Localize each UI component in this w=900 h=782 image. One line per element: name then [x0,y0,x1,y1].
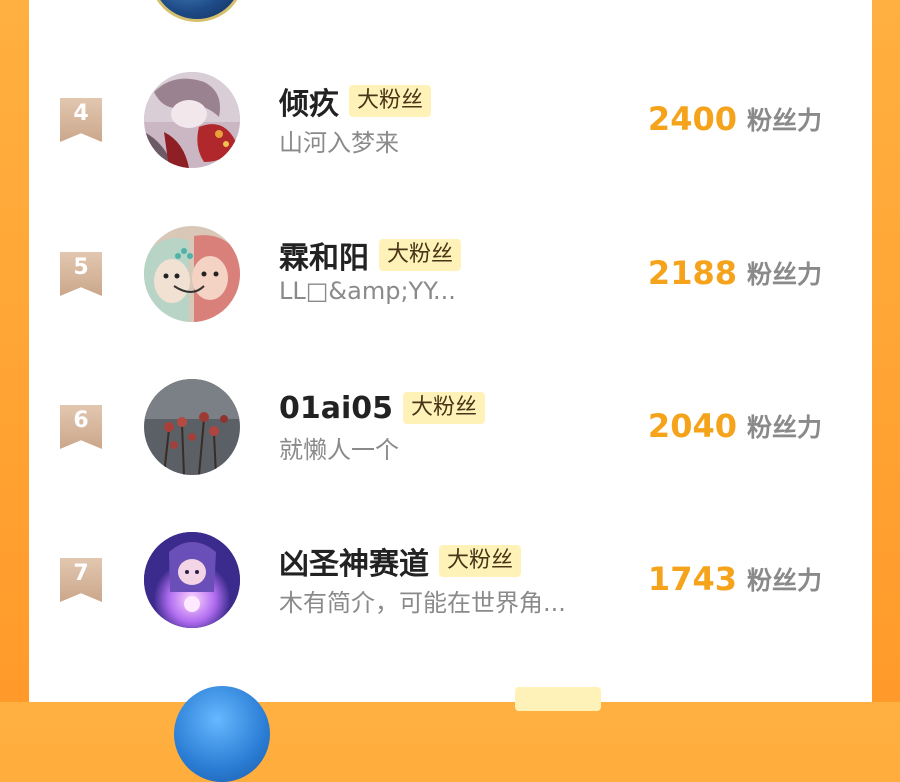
user-name[interactable]: 01ai05 [279,391,393,426]
user-name[interactable]: 凶圣神赛道 [279,539,429,583]
user-bio: 木有简介，可能在世界角... [279,589,566,617]
user-bio: LL□&amp;YY... [279,277,456,305]
user-avatar[interactable] [144,379,240,475]
score-unit: 粉丝力 [746,566,822,595]
couple-art-avatar-icon [144,226,240,322]
fan-level-badge: 大粉丝 [379,239,462,271]
leaderboard-row[interactable]: 6 01ai05 大粉丝 就懒人一个 2040 粉丝力 [29,367,872,487]
score: 2040 粉丝力 [648,406,822,446]
user-avatar[interactable] [144,532,240,628]
fan-level-badge: 大粉丝 [403,392,486,424]
user-bio: 山河入梦来 [279,129,399,157]
rank-badge: 7 [60,558,102,602]
score: 1743 粉丝力 [648,559,822,599]
score: 2188 粉丝力 [648,253,822,293]
rank-number: 4 [73,101,89,126]
next-entry-badge [515,687,601,711]
rank-badge: 4 [60,98,102,142]
score-value: 1743 [647,560,737,598]
girl-art-avatar-icon [144,72,240,168]
rank-number: 5 [73,255,89,280]
glowing-character-avatar-icon [144,532,240,628]
user-name[interactable]: 倾疚 [279,79,339,123]
rank-badge: 6 [60,405,102,449]
roses-avatar-icon [144,379,240,475]
user-avatar[interactable] [144,72,240,168]
score-value: 2188 [647,254,737,292]
score-value: 2040 [647,407,737,445]
user-bio: 就懒人一个 [279,436,399,464]
previous-entry-avatar[interactable] [149,0,245,22]
rank-badge: 5 [60,252,102,296]
user-avatar[interactable] [144,226,240,322]
name-line: 凶圣神赛道 大粉丝 [279,539,522,583]
user-name[interactable]: 霖和阳 [279,233,369,277]
score-value: 2400 [647,100,737,138]
score-unit: 粉丝力 [746,106,822,135]
name-line: 倾疚 大粉丝 [279,79,432,123]
rank-number: 7 [73,561,89,586]
score-unit: 粉丝力 [746,413,822,442]
fan-level-badge: 大粉丝 [349,85,432,117]
name-line: 霖和阳 大粉丝 [279,233,462,277]
rank-number: 6 [73,408,89,433]
score-unit: 粉丝力 [746,260,822,289]
score: 2400 粉丝力 [648,99,822,139]
leaderboard-row[interactable]: 5 霖和阳 大粉丝 LL□&amp;YY... 2188 粉丝力 [29,214,872,334]
leaderboard-row[interactable]: 4 倾疚 大粉丝 山河入梦来 2400 粉丝力 [29,60,872,180]
ranking-panel: 4 倾疚 大粉丝 山河入梦来 2400 粉丝力 5 霖和阳 大粉丝 LL□&am… [29,0,872,782]
next-entry-avatar[interactable] [174,686,270,782]
leaderboard-row[interactable]: 7 凶圣神赛道 大粉丝 木有简介，可能在世界角... 1743 粉丝力 [29,520,872,640]
fan-level-badge: 大粉丝 [439,545,522,577]
name-line: 01ai05 大粉丝 [279,389,486,427]
